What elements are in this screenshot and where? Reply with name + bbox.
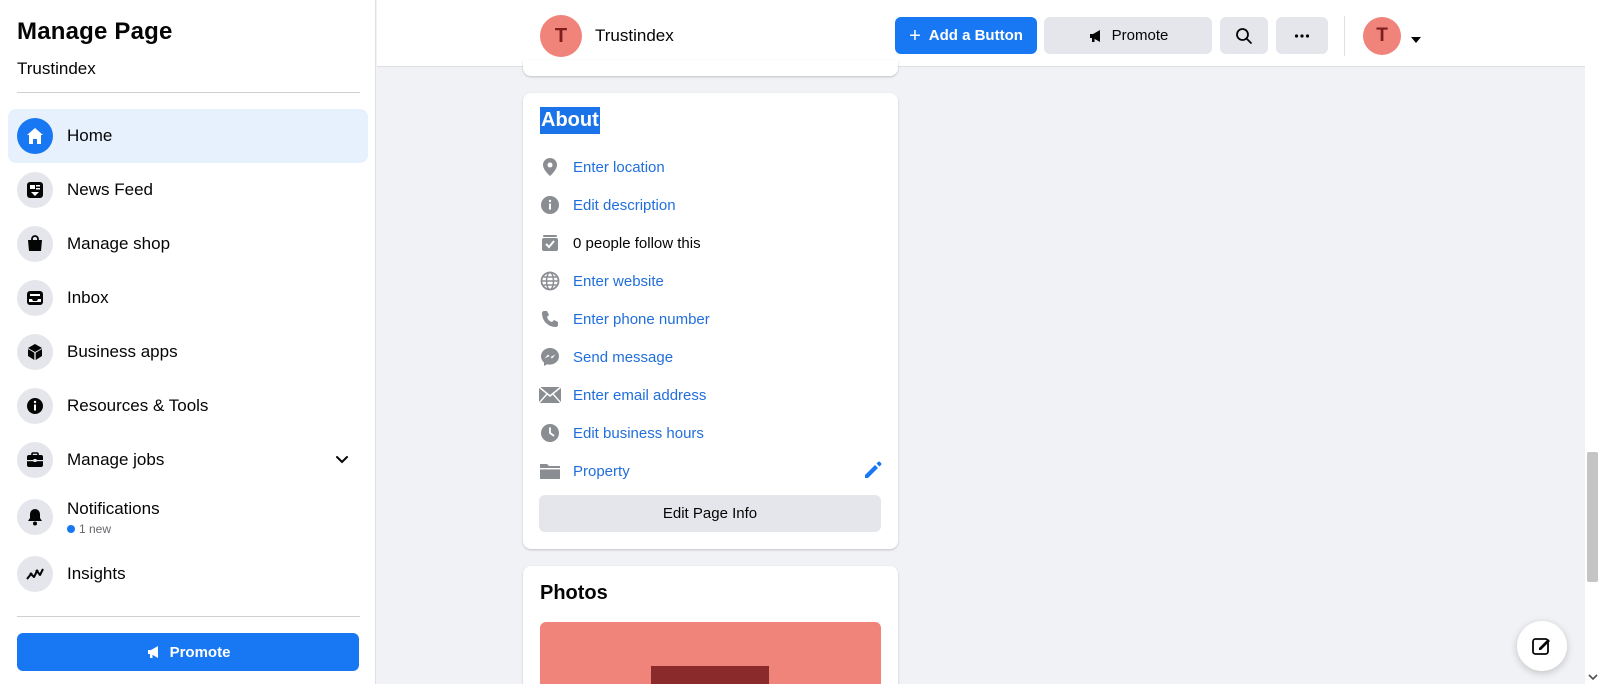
megaphone-icon: [1089, 29, 1100, 42]
about-row-email[interactable]: Enter email address: [539, 383, 884, 407]
compose-icon: [1532, 638, 1550, 655]
sidebar-item-label: Home: [67, 126, 113, 145]
add-button-label: Add a Button: [928, 27, 1023, 44]
sidebar-item-label: Resources & Tools: [67, 396, 209, 415]
inbox-icon: [17, 280, 53, 316]
sidebar-item-manage-jobs[interactable]: Manage jobs: [8, 433, 368, 487]
about-row-description[interactable]: Edit description: [539, 193, 884, 217]
notifications-badge: 1 new: [67, 522, 160, 536]
photos-card: Photos: [523, 566, 898, 684]
photo-thumbnail[interactable]: [540, 622, 881, 684]
about-row-phone[interactable]: Enter phone number: [539, 307, 884, 331]
notifications-text: Notifications 1 new: [67, 499, 160, 536]
about-row-location[interactable]: Enter location: [539, 155, 884, 179]
sidebar-item-home[interactable]: Home: [8, 109, 368, 163]
scrollbar-thumb[interactable]: [1587, 452, 1598, 582]
briefcase-icon: [17, 442, 53, 478]
new-dot-icon: [67, 524, 75, 533]
info-icon: [17, 388, 53, 424]
location-pin-icon: [539, 156, 561, 178]
more-options-button[interactable]: [1276, 17, 1328, 54]
about-row-website[interactable]: Enter website: [539, 269, 884, 293]
page-header-bar: T Trustindex + Add a Button Promote T: [377, 4, 1585, 67]
category-folder-icon: [539, 460, 561, 482]
sidebar-item-business-apps[interactable]: Business apps: [8, 325, 368, 379]
about-row-category[interactable]: Property: [539, 459, 884, 483]
about-title: About: [540, 107, 600, 134]
previous-card-bottom: [523, 60, 898, 76]
manage-page-sidebar: Manage Page Trustindex Home News Feed Ma…: [0, 0, 376, 684]
compose-message-button[interactable]: [1517, 621, 1567, 671]
sidebar-item-insights[interactable]: Insights: [8, 547, 368, 601]
about-row-text[interactable]: Enter phone number: [573, 311, 710, 328]
search-icon: [1236, 27, 1252, 44]
pencil-edit-icon[interactable]: [862, 459, 884, 486]
about-row-hours[interactable]: Edit business hours: [539, 421, 884, 445]
messenger-icon: [539, 346, 561, 368]
edit-page-info-button[interactable]: Edit Page Info: [539, 495, 881, 532]
add-a-button[interactable]: + Add a Button: [895, 17, 1037, 54]
header-page-name[interactable]: Trustindex: [595, 26, 674, 46]
sidebar-item-label: News Feed: [67, 180, 153, 199]
insights-icon: [17, 556, 53, 592]
about-row-text[interactable]: Edit business hours: [573, 425, 704, 442]
sidebar-nav: Home News Feed Manage shop Inbox Busines…: [8, 109, 368, 601]
sidebar-item-label: Manage shop: [67, 234, 171, 253]
about-row-text[interactable]: Send message: [573, 349, 673, 366]
sidebar-promote-button[interactable]: Promote: [17, 633, 359, 671]
sidebar-item-inbox[interactable]: Inbox: [8, 271, 368, 325]
cube-icon: [17, 334, 53, 370]
search-button[interactable]: [1220, 17, 1268, 54]
sidebar-item-label: Business apps: [67, 342, 178, 361]
sidebar-item-label: Insights: [67, 564, 126, 583]
clock-icon: [539, 422, 561, 444]
about-row-text[interactable]: Enter email address: [573, 387, 706, 404]
bell-icon: [17, 499, 53, 535]
header-separator: [1344, 16, 1345, 56]
sidebar-divider: [17, 92, 360, 93]
megaphone-icon: [147, 646, 158, 658]
photo-t-logo: [651, 666, 769, 684]
plus-icon: +: [909, 24, 921, 47]
envelope-icon: [539, 384, 561, 406]
ellipsis-icon: [1294, 33, 1310, 38]
globe-icon: [539, 270, 561, 292]
sidebar-item-news-feed[interactable]: News Feed: [8, 163, 368, 217]
about-row-text: 0 people follow this: [573, 234, 701, 252]
sidebar-title: Manage Page: [17, 18, 173, 45]
header-promote-label: Promote: [1111, 27, 1169, 44]
page-avatar[interactable]: T: [540, 15, 582, 57]
sidebar-page-name: Trustindex: [17, 59, 96, 78]
notifications-badge-text: 1 new: [79, 521, 112, 536]
phone-icon: [539, 308, 561, 330]
about-row-followers: 0 people follow this: [539, 231, 884, 255]
caret-down-icon[interactable]: [1410, 31, 1422, 49]
sidebar-item-label: Inbox: [67, 288, 109, 307]
scroll-down-arrow-icon[interactable]: [1588, 668, 1598, 684]
sidebar-bottom-divider: [17, 616, 360, 617]
about-row-text[interactable]: Enter location: [573, 159, 665, 176]
sidebar-item-label: Notifications: [67, 498, 160, 518]
shopping-bag-icon: [17, 226, 53, 262]
sidebar-item-label: Manage jobs: [67, 450, 165, 469]
follow-check-icon: [539, 232, 561, 254]
sidebar-item-resources-tools[interactable]: Resources & Tools: [8, 379, 368, 433]
news-feed-icon: [17, 172, 53, 208]
about-card: About Enter location Edit description 0 …: [523, 93, 898, 549]
chevron-down-icon[interactable]: [334, 451, 350, 472]
sidebar-item-manage-shop[interactable]: Manage shop: [8, 217, 368, 271]
sidebar-promote-label: Promote: [169, 643, 231, 661]
info-circle-icon: [539, 194, 561, 216]
about-row-text[interactable]: Edit description: [573, 197, 676, 214]
user-avatar[interactable]: T: [1363, 17, 1401, 55]
photos-title: Photos: [540, 582, 608, 604]
sidebar-item-notifications[interactable]: Notifications 1 new: [8, 487, 368, 547]
about-row-text[interactable]: Enter website: [573, 273, 664, 290]
header-promote-button[interactable]: Promote: [1044, 17, 1212, 54]
about-row-text[interactable]: Property: [573, 463, 630, 480]
home-icon: [17, 118, 53, 154]
about-row-message[interactable]: Send message: [539, 345, 884, 369]
